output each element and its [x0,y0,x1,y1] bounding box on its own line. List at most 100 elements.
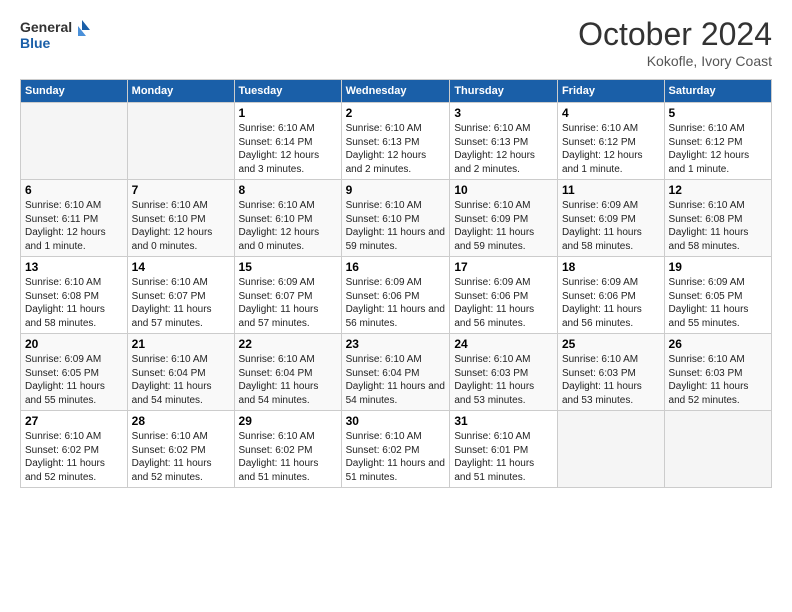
day-number: 11 [562,183,660,197]
day-number: 15 [239,260,337,274]
calendar-cell: 8 Sunrise: 6:10 AM Sunset: 6:10 PM Daylig… [234,180,341,257]
calendar-header-sunday: Sunday [21,80,128,103]
calendar-cell: 10Sunrise: 6:10 AM Sunset: 6:09 PM Dayli… [450,180,558,257]
day-number: 26 [669,337,767,351]
day-number: 24 [454,337,553,351]
header: General Blue October 2024 Kokofle, Ivory… [20,16,772,69]
day-info: Sunrise: 6:10 AM Sunset: 6:04 PM Dayligh… [346,353,446,407]
calendar-week-row: 27 Sunrise: 6:10 AM Sunset: 6:02 PM Dayli… [21,411,772,488]
day-info: Sunrise: 6:10 AM Sunset: 6:03 PM Dayligh… [454,353,553,407]
day-number: 18 [562,260,660,274]
day-info: Sunrise: 6:09 AM Sunset: 6:07 PM Dayligh… [239,276,337,330]
month-title: October 2024 [578,16,772,53]
calendar-week-row: 20 Sunrise: 6:09 AM Sunset: 6:05 PM Dayli… [21,334,772,411]
day-info: Sunrise: 6:10 AM Sunset: 6:04 PM Dayligh… [239,353,337,407]
calendar-cell: 14Sunrise: 6:10 AM Sunset: 6:07 PM Dayli… [127,257,234,334]
day-number: 31 [454,414,553,428]
svg-text:General: General [20,19,72,35]
title-block: October 2024 Kokofle, Ivory Coast [578,16,772,69]
day-info: Sunrise: 6:10 AM Sunset: 6:01 PM Dayligh… [454,430,553,484]
calendar-cell [557,411,664,488]
day-info: Sunrise: 6:09 AM Sunset: 6:06 PM Dayligh… [454,276,553,330]
calendar-header-row: SundayMondayTuesdayWednesdayThursdayFrid… [21,80,772,103]
day-info: Sunrise: 6:10 AM Sunset: 6:02 PM Dayligh… [132,430,230,484]
day-info: Sunrise: 6:09 AM Sunset: 6:05 PM Dayligh… [25,353,123,407]
calendar-cell: 30Sunrise: 6:10 AM Sunset: 6:02 PM Dayli… [341,411,450,488]
calendar-cell: 7Sunrise: 6:10 AM Sunset: 6:10 PM Daylig… [127,180,234,257]
day-info: Sunrise: 6:10 AM Sunset: 6:12 PM Dayligh… [562,122,660,176]
svg-text:Blue: Blue [20,35,51,51]
day-info: Sunrise: 6:10 AM Sunset: 6:09 PM Dayligh… [454,199,553,253]
calendar-cell: 2 Sunrise: 6:10 AM Sunset: 6:13 PM Daylig… [341,103,450,180]
day-number: 28 [132,414,230,428]
calendar-cell: 22 Sunrise: 6:10 AM Sunset: 6:04 PM Dayli… [234,334,341,411]
day-number: 22 [239,337,337,351]
day-number: 12 [669,183,767,197]
day-info: Sunrise: 6:10 AM Sunset: 6:13 PM Dayligh… [346,122,446,176]
day-number: 8 [239,183,337,197]
day-number: 21 [132,337,230,351]
calendar-week-row: 6 Sunrise: 6:10 AM Sunset: 6:11 PM Daylig… [21,180,772,257]
day-number: 30 [346,414,446,428]
calendar-cell: 5Sunrise: 6:10 AM Sunset: 6:12 PM Daylig… [664,103,771,180]
day-info: Sunrise: 6:09 AM Sunset: 6:06 PM Dayligh… [346,276,446,330]
day-number: 23 [346,337,446,351]
day-number: 16 [346,260,446,274]
day-info: Sunrise: 6:09 AM Sunset: 6:05 PM Dayligh… [669,276,767,330]
calendar-cell: 13 Sunrise: 6:10 AM Sunset: 6:08 PM Dayli… [21,257,128,334]
calendar-cell [127,103,234,180]
day-info: Sunrise: 6:10 AM Sunset: 6:10 PM Dayligh… [239,199,337,253]
calendar-cell: 12Sunrise: 6:10 AM Sunset: 6:08 PM Dayli… [664,180,771,257]
calendar-cell: 3Sunrise: 6:10 AM Sunset: 6:13 PM Daylig… [450,103,558,180]
day-info: Sunrise: 6:10 AM Sunset: 6:04 PM Dayligh… [132,353,230,407]
day-info: Sunrise: 6:09 AM Sunset: 6:06 PM Dayligh… [562,276,660,330]
day-number: 25 [562,337,660,351]
calendar-header-friday: Friday [557,80,664,103]
calendar-cell: 31 Sunrise: 6:10 AM Sunset: 6:01 PM Dayli… [450,411,558,488]
day-info: Sunrise: 6:10 AM Sunset: 6:12 PM Dayligh… [669,122,767,176]
calendar-cell: 19Sunrise: 6:09 AM Sunset: 6:05 PM Dayli… [664,257,771,334]
calendar-cell: 18 Sunrise: 6:09 AM Sunset: 6:06 PM Dayli… [557,257,664,334]
calendar-cell: 23 Sunrise: 6:10 AM Sunset: 6:04 PM Dayli… [341,334,450,411]
logo: General Blue [20,16,90,54]
calendar-week-row: 1Sunrise: 6:10 AM Sunset: 6:14 PM Daylig… [21,103,772,180]
day-number: 6 [25,183,123,197]
location-title: Kokofle, Ivory Coast [578,53,772,69]
calendar-cell: 28 Sunrise: 6:10 AM Sunset: 6:02 PM Dayli… [127,411,234,488]
day-info: Sunrise: 6:10 AM Sunset: 6:10 PM Dayligh… [346,199,446,253]
page: General Blue October 2024 Kokofle, Ivory… [0,0,792,612]
day-number: 13 [25,260,123,274]
calendar-cell: 26 Sunrise: 6:10 AM Sunset: 6:03 PM Dayli… [664,334,771,411]
day-info: Sunrise: 6:10 AM Sunset: 6:14 PM Dayligh… [239,122,337,176]
calendar-cell: 25 Sunrise: 6:10 AM Sunset: 6:03 PM Dayli… [557,334,664,411]
day-info: Sunrise: 6:09 AM Sunset: 6:09 PM Dayligh… [562,199,660,253]
calendar-cell: 27Sunrise: 6:10 AM Sunset: 6:02 PM Dayli… [21,411,128,488]
day-info: Sunrise: 6:10 AM Sunset: 6:11 PM Dayligh… [25,199,123,253]
calendar-table: SundayMondayTuesdayWednesdayThursdayFrid… [20,79,772,488]
calendar-header-thursday: Thursday [450,80,558,103]
day-number: 4 [562,106,660,120]
calendar-cell: 4 Sunrise: 6:10 AM Sunset: 6:12 PM Daylig… [557,103,664,180]
day-info: Sunrise: 6:10 AM Sunset: 6:02 PM Dayligh… [239,430,337,484]
calendar-cell: 9Sunrise: 6:10 AM Sunset: 6:10 PM Daylig… [341,180,450,257]
day-number: 20 [25,337,123,351]
calendar-cell [664,411,771,488]
calendar-cell: 6 Sunrise: 6:10 AM Sunset: 6:11 PM Daylig… [21,180,128,257]
calendar-cell: 1Sunrise: 6:10 AM Sunset: 6:14 PM Daylig… [234,103,341,180]
calendar-cell: 24 Sunrise: 6:10 AM Sunset: 6:03 PM Dayli… [450,334,558,411]
calendar-cell: 15 Sunrise: 6:09 AM Sunset: 6:07 PM Dayli… [234,257,341,334]
logo-svg: General Blue [20,16,90,54]
day-info: Sunrise: 6:10 AM Sunset: 6:03 PM Dayligh… [562,353,660,407]
calendar-cell: 21 Sunrise: 6:10 AM Sunset: 6:04 PM Dayli… [127,334,234,411]
calendar-header-tuesday: Tuesday [234,80,341,103]
day-number: 27 [25,414,123,428]
day-info: Sunrise: 6:10 AM Sunset: 6:08 PM Dayligh… [25,276,123,330]
day-number: 7 [132,183,230,197]
calendar-cell: 29Sunrise: 6:10 AM Sunset: 6:02 PM Dayli… [234,411,341,488]
day-info: Sunrise: 6:10 AM Sunset: 6:13 PM Dayligh… [454,122,553,176]
day-number: 2 [346,106,446,120]
calendar-header-wednesday: Wednesday [341,80,450,103]
day-info: Sunrise: 6:10 AM Sunset: 6:03 PM Dayligh… [669,353,767,407]
calendar-cell [21,103,128,180]
calendar-cell: 16 Sunrise: 6:09 AM Sunset: 6:06 PM Dayli… [341,257,450,334]
